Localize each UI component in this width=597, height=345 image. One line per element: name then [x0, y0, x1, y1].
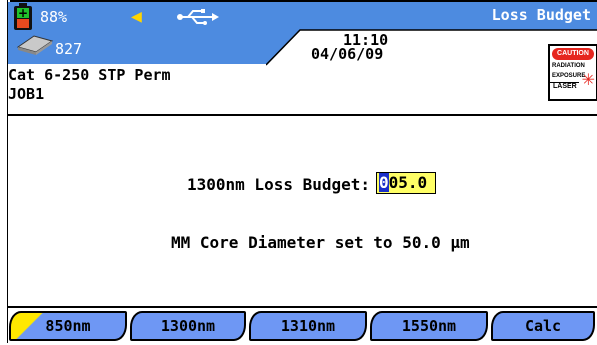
- clock-date: 04/06/09: [311, 45, 384, 63]
- speaker-icon[interactable]: ◀: [131, 6, 142, 27]
- core-diameter-text: MM Core Diameter set to 50.0 μm: [171, 233, 470, 252]
- softkey-1310nm[interactable]: 1310nm: [249, 311, 367, 341]
- loss-budget-label: 1300nm Loss Budget:: [187, 175, 371, 194]
- test-name: Cat 6-250 STP Perm: [8, 66, 171, 84]
- softkey-1300nm[interactable]: 1300nm: [130, 311, 246, 341]
- caution-line3: LASER: [550, 82, 579, 90]
- laser-caution-icon: CAUTION RADIATION EXPOSURE LASER ✳: [548, 44, 597, 101]
- job-name: JOB1: [8, 85, 45, 103]
- laser-star-icon: ✳: [581, 70, 595, 89]
- softkey-850nm[interactable]: 850nm: [9, 311, 127, 341]
- page-title: Loss Budget: [491, 6, 591, 24]
- memory-icon: [16, 35, 54, 55]
- caution-heading: CAUTION: [552, 48, 594, 60]
- header-divider: [8, 114, 597, 116]
- input-cursor: 0: [379, 173, 389, 192]
- loss-budget-value: 05.0: [388, 173, 428, 192]
- usb-icon: [177, 9, 219, 25]
- loss-budget-input[interactable]: 005.0: [376, 172, 436, 194]
- memory-count: 827: [55, 40, 83, 58]
- battery-percent: 88%: [40, 8, 68, 26]
- caution-line1: RADIATION: [552, 63, 585, 69]
- battery-icon: +: [14, 3, 32, 30]
- softkey-calc[interactable]: Calc: [491, 311, 595, 341]
- softkey-1550nm[interactable]: 1550nm: [370, 311, 488, 341]
- screen: + 88% ◀ 827 Loss Budget 11:10 04/06/09 C…: [0, 0, 597, 345]
